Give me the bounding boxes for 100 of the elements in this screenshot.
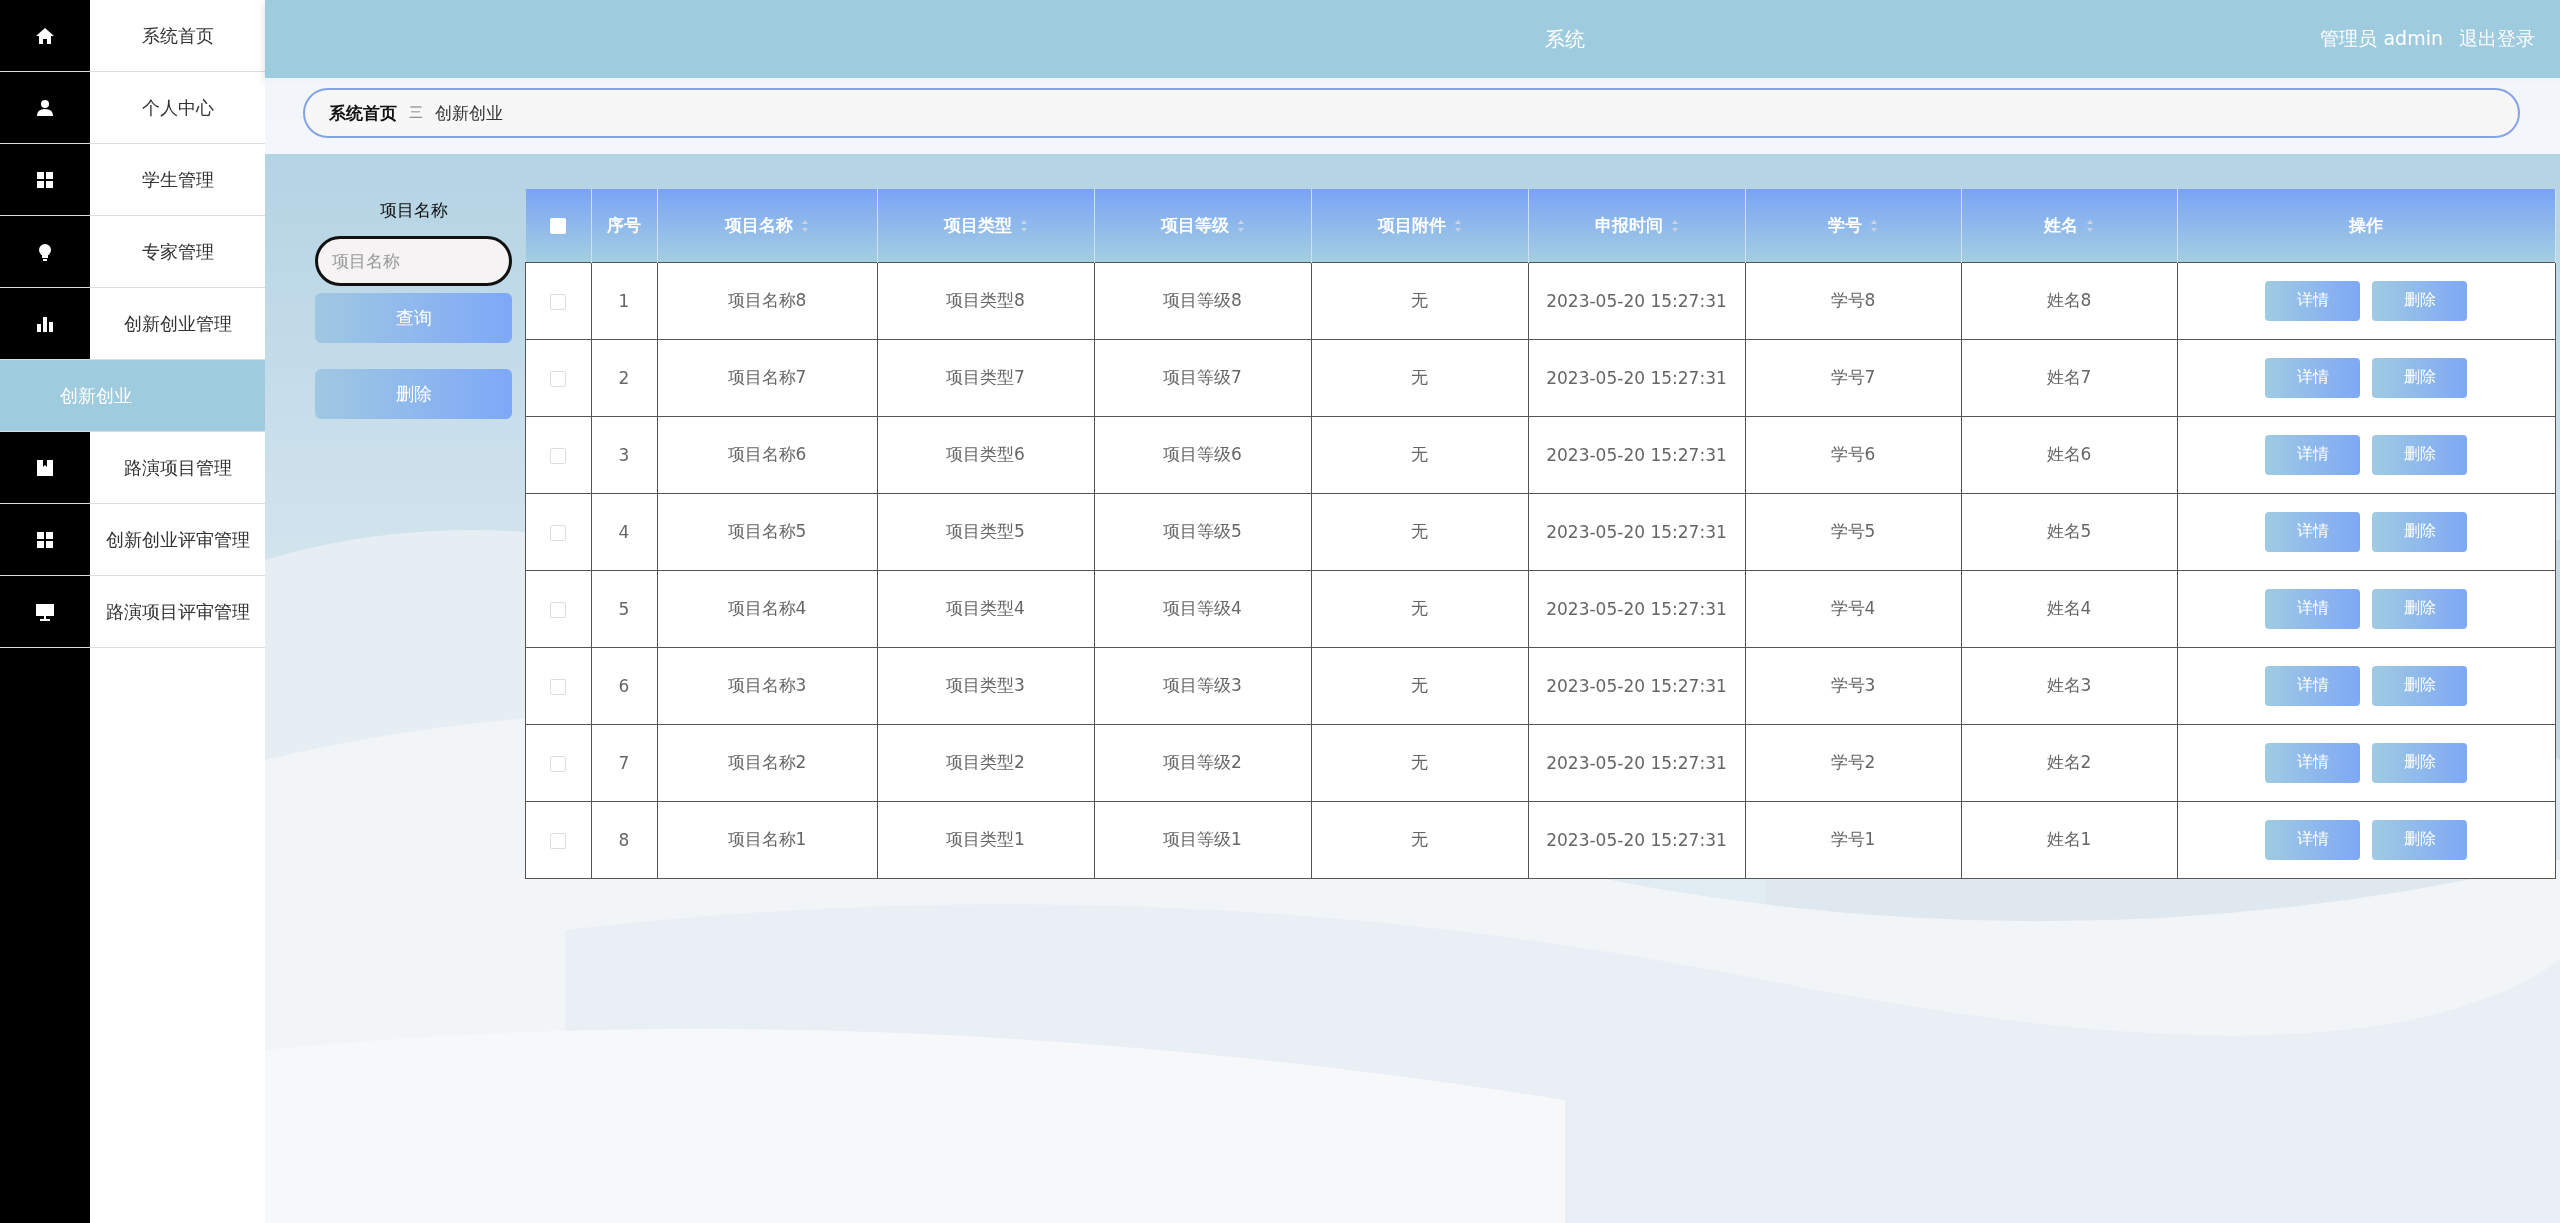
table-cell: 2023-05-20 15:27:31 [1546, 675, 1727, 696]
table-cell: 学号1 [1830, 829, 1876, 849]
table-cell: 8 [618, 829, 630, 850]
breadcrumb-item[interactable]: 系统首页 [329, 101, 397, 125]
table-cell: 项目等级3 [1163, 675, 1242, 695]
sort-icon[interactable] [1453, 218, 1462, 233]
table-cell: 项目名称1 [727, 829, 807, 849]
table-cell: 项目名称3 [727, 675, 807, 695]
table-cell: 无 [1411, 752, 1428, 772]
table-cell: 无 [1411, 598, 1428, 618]
sort-icon[interactable] [1670, 218, 1679, 233]
column-header[interactable]: 项目等级 [1094, 189, 1311, 262]
query-button[interactable]: 查询 [315, 293, 512, 343]
sort-icon[interactable] [801, 218, 809, 233]
table-cell: 项目名称6 [727, 444, 807, 464]
table-cell: 项目等级8 [1163, 290, 1242, 310]
table-cell: 无 [1411, 829, 1428, 849]
table-cell: 学号8 [1830, 290, 1876, 310]
table-cell: 2023-05-20 15:27:31 [1546, 444, 1727, 465]
column-header[interactable]: 项目名称 [657, 189, 877, 262]
table-cell: 项目类型5 [946, 521, 1025, 541]
home-icon [35, 25, 55, 46]
breadcrumb-separator: 三 [409, 104, 423, 122]
sort-icon[interactable] [1870, 218, 1878, 233]
column-header[interactable]: 项目附件 [1311, 189, 1528, 262]
table-cell: 2023-05-20 15:27:31 [1546, 752, 1727, 773]
delete-button[interactable]: 删除 [2372, 280, 2467, 321]
table-cell: 姓名8 [2046, 290, 2092, 310]
delete-button[interactable]: 删除 [2372, 511, 2467, 552]
delete-button[interactable]: 删除 [2372, 665, 2467, 706]
column-header: 操作 [2177, 189, 2555, 262]
details-button[interactable]: 详情 [2265, 511, 2360, 552]
column-header[interactable]: 申报时间 [1528, 189, 1745, 262]
table-cell: 项目名称5 [727, 521, 807, 541]
row-checkbox[interactable] [550, 832, 567, 849]
logout-link[interactable]: 退出登录 [2459, 26, 2535, 52]
delete-button[interactable]: 删除 [2372, 742, 2467, 783]
monitor-icon [35, 601, 55, 622]
table-cell: 项目等级7 [1163, 367, 1242, 387]
column-header[interactable]: 学号 [1745, 189, 1961, 262]
table-cell: 项目名称4 [727, 598, 807, 618]
table-cell: 学号4 [1830, 598, 1876, 618]
details-button[interactable]: 详情 [2265, 280, 2360, 321]
table-cell: 学号6 [1830, 444, 1876, 464]
user-name: 管理员 admin [2320, 26, 2443, 51]
table-cell: 姓名6 [2046, 444, 2092, 464]
delete-button[interactable]: 删除 [315, 369, 512, 419]
table-cell: 4 [618, 521, 630, 542]
table-cell: 2023-05-20 15:27:31 [1546, 829, 1727, 850]
table-cell: 2023-05-20 15:27:31 [1546, 521, 1727, 542]
delete-button[interactable]: 删除 [2372, 588, 2467, 629]
details-button[interactable]: 详情 [2265, 665, 2360, 706]
book-icon [35, 457, 55, 478]
submenu-item[interactable]: 创新创业 [0, 360, 265, 432]
row-checkbox[interactable] [550, 447, 567, 464]
column-header[interactable]: 项目类型 [877, 189, 1094, 262]
delete-button[interactable]: 删除 [2372, 357, 2467, 398]
table-cell: 学号5 [1830, 521, 1876, 541]
table-cell: 无 [1411, 521, 1428, 541]
table-cell: 6 [618, 675, 630, 696]
table-cell: 学号2 [1830, 752, 1876, 772]
details-button[interactable]: 详情 [2265, 819, 2360, 860]
table-cell: 项目类型7 [946, 367, 1025, 387]
table-cell: 2023-05-20 15:27:31 [1546, 367, 1727, 388]
row-checkbox[interactable] [550, 755, 567, 772]
row-checkbox[interactable] [550, 678, 567, 695]
table-cell: 姓名3 [2046, 675, 2092, 695]
details-button[interactable]: 详情 [2265, 742, 2360, 783]
delete-button[interactable]: 删除 [2372, 819, 2467, 860]
table-cell: 无 [1411, 367, 1428, 387]
search-field[interactable]: 项目名称 [315, 236, 512, 286]
table-cell: 项目等级1 [1163, 829, 1242, 849]
table-cell: 姓名4 [2046, 598, 2092, 618]
table-cell: 项目等级2 [1163, 752, 1242, 772]
breadcrumb-item: 创新创业 [435, 101, 503, 125]
sort-icon[interactable] [2086, 218, 2094, 233]
table-cell: 无 [1411, 290, 1428, 310]
column-header[interactable]: 姓名 [1961, 189, 2177, 262]
table-cell: 项目类型3 [946, 675, 1025, 695]
table-cell: 项目类型1 [946, 829, 1025, 849]
sort-icon[interactable] [1019, 218, 1028, 233]
delete-button[interactable]: 删除 [2372, 434, 2467, 475]
table-cell: 7 [618, 752, 630, 773]
row-checkbox[interactable] [550, 293, 567, 310]
row-checkbox[interactable] [550, 524, 567, 541]
details-button[interactable]: 详情 [2265, 434, 2360, 475]
row-checkbox[interactable] [550, 601, 567, 618]
details-button[interactable]: 详情 [2265, 357, 2360, 398]
table-cell: 5 [618, 598, 630, 619]
select-all-checkbox[interactable] [550, 218, 566, 235]
table-cell: 项目名称2 [727, 752, 807, 772]
table-cell: 项目名称7 [727, 367, 807, 387]
table-cell: 无 [1411, 444, 1428, 464]
sort-icon[interactable] [1236, 218, 1245, 233]
row-checkbox[interactable] [550, 370, 567, 387]
table-cell: 姓名2 [2046, 752, 2092, 772]
details-button[interactable]: 详情 [2265, 588, 2360, 629]
table-cell: 3 [618, 444, 630, 465]
table-cell: 项目名称8 [727, 290, 807, 310]
table-cell: 项目类型8 [946, 290, 1025, 310]
